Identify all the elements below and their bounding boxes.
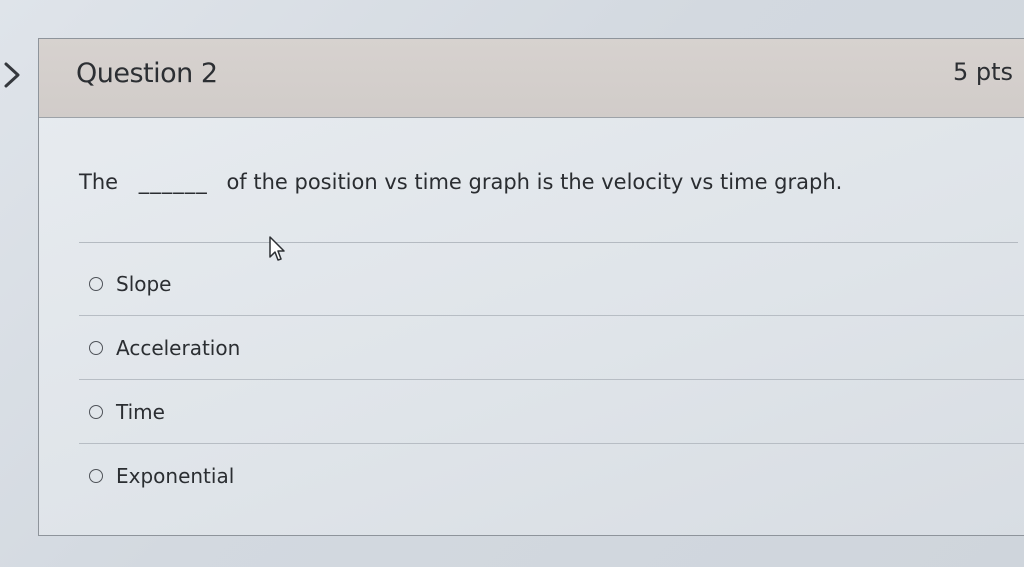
question-points: 5 pts (952, 58, 1013, 86)
question-divider (79, 242, 1018, 243)
question-prompt-end: of the position vs time graph is the vel… (226, 170, 843, 194)
radio-button[interactable] (89, 341, 103, 355)
radio-button[interactable] (89, 405, 103, 419)
answer-label[interactable]: Acceleration (116, 336, 240, 360)
radio-button[interactable] (89, 469, 103, 483)
answer-option-exponential[interactable]: Exponential (89, 444, 1009, 508)
question-title: Question 2 (76, 58, 218, 89)
question-header: Question 2 5 pts (39, 39, 1024, 118)
question-prompt-start: The (79, 170, 119, 194)
answer-label[interactable]: Exponential (116, 464, 234, 488)
answer-option-acceleration[interactable]: Acceleration (79, 316, 1024, 380)
answer-label[interactable]: Time (116, 400, 165, 424)
radio-button[interactable] (89, 277, 103, 291)
answer-label[interactable]: Slope (116, 272, 172, 296)
fill-in-blank: ______ (138, 170, 208, 194)
answer-option-time[interactable]: Time (79, 380, 1024, 444)
question-card: Question 2 5 pts The ______ of the posit… (38, 38, 1024, 536)
chevron-right-icon[interactable] (0, 58, 26, 92)
question-prompt: The ______ of the position vs time graph… (79, 170, 842, 194)
answer-list: Slope Acceleration Time Exponential (79, 252, 1024, 508)
answer-option-slope[interactable]: Slope (79, 252, 1024, 316)
